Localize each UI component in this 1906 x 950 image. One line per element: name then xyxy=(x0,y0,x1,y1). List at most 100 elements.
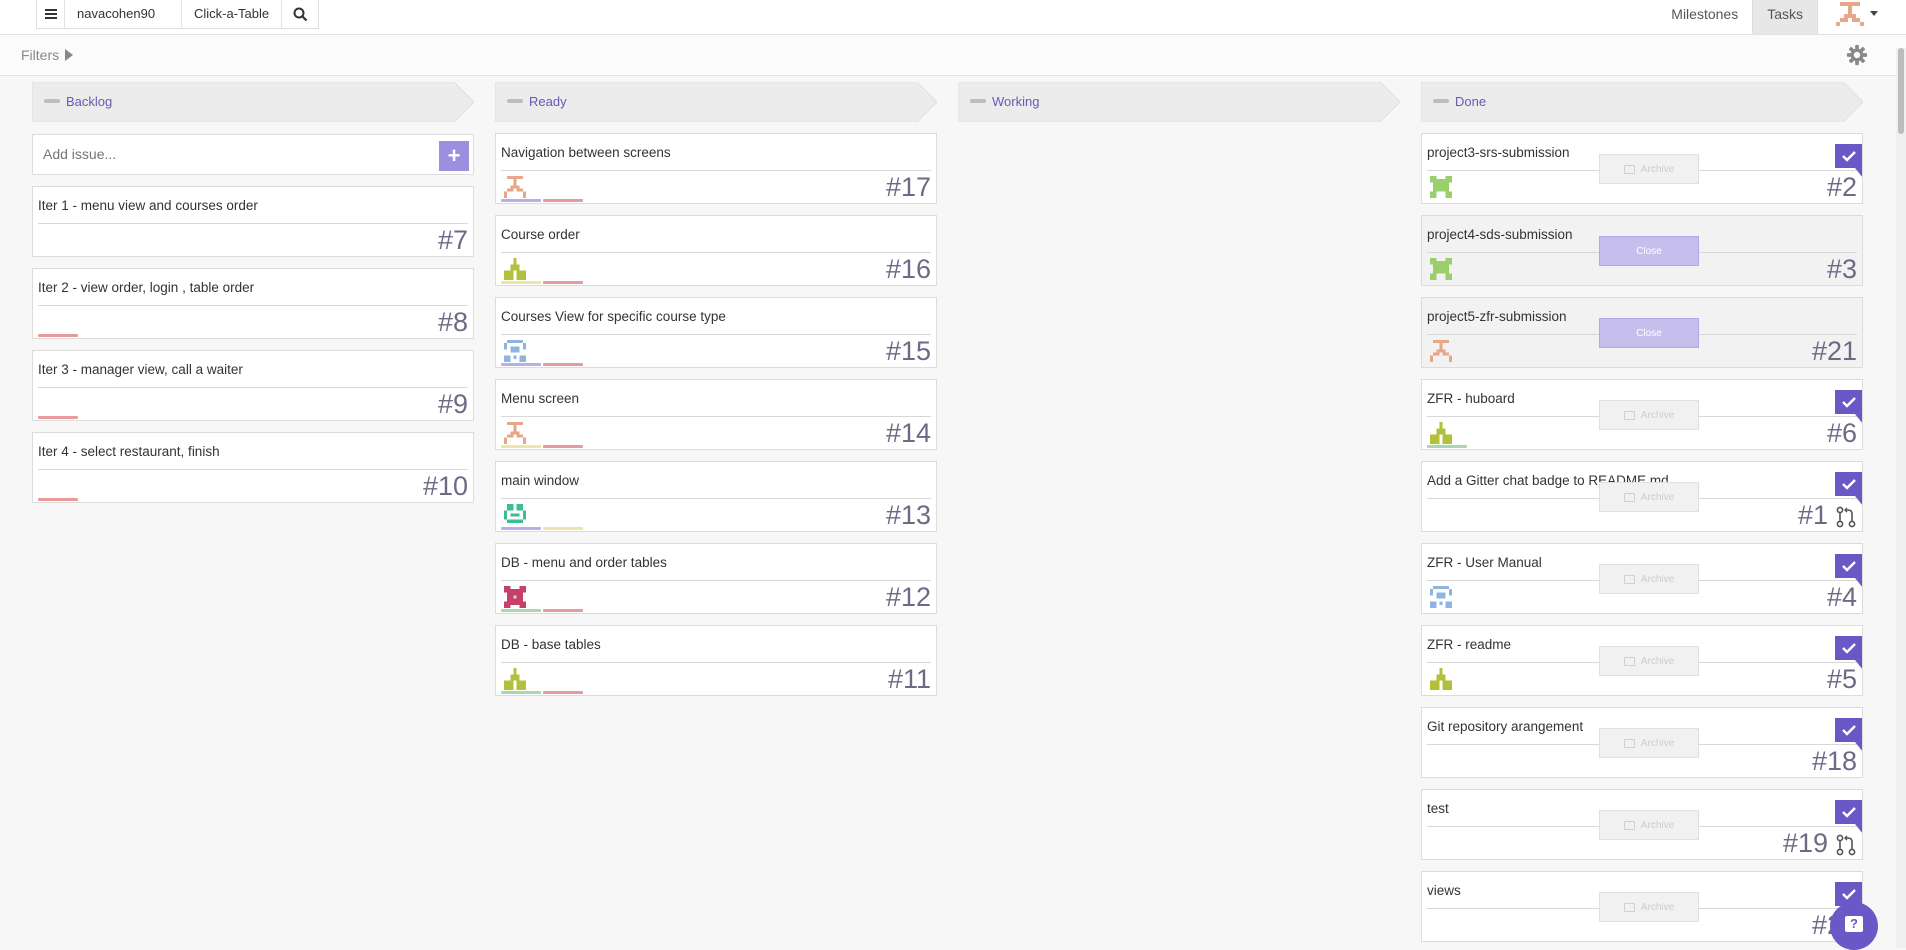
label-bar xyxy=(543,691,583,694)
issue-card[interactable]: Navigation between screens #17 xyxy=(495,133,937,204)
check-flag-icon[interactable] xyxy=(1835,636,1863,670)
label-bar xyxy=(501,527,541,530)
issue-labels xyxy=(38,498,78,502)
scrollbar[interactable] xyxy=(1896,48,1906,948)
column-header[interactable]: Ready xyxy=(495,82,937,122)
archive-icon xyxy=(1623,410,1635,420)
column-header[interactable]: Backlog xyxy=(32,82,474,122)
issue-number: #3 xyxy=(1826,254,1857,284)
divider xyxy=(38,223,468,224)
issue-card[interactable]: Iter 4 - select restaurant, finish #10 xyxy=(32,432,474,503)
top-nav: Milestones Tasks xyxy=(1657,0,1906,34)
issue-card[interactable]: DB - base tables #11 xyxy=(495,625,937,696)
issue-card[interactable]: Menu screen #14 xyxy=(495,379,937,450)
pull-request-icon xyxy=(1836,834,1856,856)
avatar xyxy=(1430,340,1452,362)
divider xyxy=(501,498,931,499)
issue-card[interactable]: project3-srs-submission Archive #2 xyxy=(1421,133,1863,204)
issue-title: Git repository arangement xyxy=(1427,719,1584,734)
gear-icon[interactable] xyxy=(1846,44,1868,66)
hamburger-menu-button[interactable] xyxy=(37,0,65,28)
add-issue-input[interactable] xyxy=(33,135,433,173)
archive-icon xyxy=(1623,820,1635,830)
issue-number: #1 xyxy=(1797,500,1828,530)
archive-button[interactable]: Archive xyxy=(1599,810,1699,840)
add-issue-button[interactable]: + xyxy=(439,141,469,171)
divider xyxy=(38,387,468,388)
label-bar xyxy=(543,527,583,530)
issue-card[interactable]: Git repository arangement Archive #18 xyxy=(1421,707,1863,778)
archive-label: Archive xyxy=(1640,409,1675,421)
label-bar xyxy=(38,416,78,419)
nav-milestones[interactable]: Milestones xyxy=(1657,0,1752,34)
issue-title: ZFR - User Manual xyxy=(1427,555,1542,570)
issue-labels xyxy=(501,527,583,531)
issue-title: project5-zfr-submission xyxy=(1427,309,1567,324)
archive-label: Archive xyxy=(1640,163,1675,175)
archive-button[interactable]: Archive xyxy=(1599,564,1699,594)
breadcrumb-repo[interactable]: Click-a-Table xyxy=(182,0,283,28)
issue-title: ZFR - readme xyxy=(1427,637,1512,652)
column-header[interactable]: Working xyxy=(958,82,1400,122)
avatar xyxy=(504,504,526,523)
issue-number: #21 xyxy=(1811,336,1857,366)
issue-card[interactable]: ZFR - readme Archive #5 xyxy=(1421,625,1863,696)
issue-card[interactable]: Courses View for specific course type #1… xyxy=(495,297,937,368)
label-bar xyxy=(38,334,78,337)
issue-title: DB - menu and order tables xyxy=(501,555,667,570)
archive-button[interactable]: Archive xyxy=(1599,646,1699,676)
archive-button[interactable]: Archive xyxy=(1599,728,1699,758)
collapse-icon[interactable] xyxy=(1433,99,1449,103)
column-header[interactable]: Done xyxy=(1421,82,1863,122)
archive-label: Archive xyxy=(1640,737,1675,749)
check-flag-icon[interactable] xyxy=(1835,472,1863,506)
issue-card[interactable]: Iter 2 - view order, login , table order… xyxy=(32,268,474,339)
archive-label: Archive xyxy=(1640,573,1675,585)
issue-title: test xyxy=(1427,801,1449,816)
issue-labels xyxy=(38,334,78,338)
column-title: Working xyxy=(992,94,1040,109)
archive-label: Archive xyxy=(1640,819,1675,831)
divider xyxy=(501,170,931,171)
collapse-icon[interactable] xyxy=(970,99,986,103)
issue-card[interactable]: DB - menu and order tables #12 xyxy=(495,543,937,614)
close-button[interactable]: Close xyxy=(1599,318,1699,348)
check-flag-icon[interactable] xyxy=(1835,800,1863,834)
issue-card[interactable]: main window #13 xyxy=(495,461,937,532)
breadcrumb-owner[interactable]: navacohen90 xyxy=(65,0,182,28)
filters-toggle[interactable]: Filters xyxy=(21,47,74,63)
help-button[interactable]: ? xyxy=(1830,902,1878,950)
user-menu[interactable] xyxy=(1818,0,1906,34)
label-bar xyxy=(543,609,583,612)
issue-card[interactable]: ZFR - User Manual Archive #4 xyxy=(1421,543,1863,614)
issue-number: #12 xyxy=(885,582,931,612)
issue-card[interactable]: Iter 3 - manager view, call a waiter #9 xyxy=(32,350,474,421)
avatar xyxy=(504,586,526,608)
issue-card[interactable]: Iter 1 - menu view and courses order #7 xyxy=(32,186,474,257)
issue-card[interactable]: views Archive #20 xyxy=(1421,871,1863,942)
issue-card[interactable]: Add a Gitter chat badge to README.md Arc… xyxy=(1421,461,1863,532)
check-flag-icon[interactable] xyxy=(1835,390,1863,424)
avatar xyxy=(1430,258,1452,280)
issue-card[interactable]: ZFR - huboard Archive #6 xyxy=(1421,379,1863,450)
search-button[interactable] xyxy=(282,0,318,28)
archive-button[interactable]: Archive xyxy=(1599,892,1699,922)
check-flag-icon[interactable] xyxy=(1835,144,1863,178)
nav-tasks[interactable]: Tasks xyxy=(1752,0,1818,34)
close-button[interactable]: Close xyxy=(1599,236,1699,266)
archive-button[interactable]: Archive xyxy=(1599,482,1699,512)
issue-title: ZFR - huboard xyxy=(1427,391,1515,406)
issue-number: #9 xyxy=(437,389,468,419)
archive-button[interactable]: Archive xyxy=(1599,154,1699,184)
issue-card[interactable]: Course order #16 xyxy=(495,215,937,286)
collapse-icon[interactable] xyxy=(507,99,523,103)
issue-card[interactable]: project4-sds-submission Close #3 xyxy=(1421,215,1863,286)
check-flag-icon[interactable] xyxy=(1835,554,1863,588)
scrollbar-thumb[interactable] xyxy=(1898,48,1904,134)
issue-card[interactable]: project5-zfr-submission Close #21 xyxy=(1421,297,1863,368)
collapse-icon[interactable] xyxy=(44,99,60,103)
check-flag-icon[interactable] xyxy=(1835,718,1863,752)
issue-card[interactable]: test Archive #19 xyxy=(1421,789,1863,860)
archive-button[interactable]: Archive xyxy=(1599,400,1699,430)
divider xyxy=(38,305,468,306)
